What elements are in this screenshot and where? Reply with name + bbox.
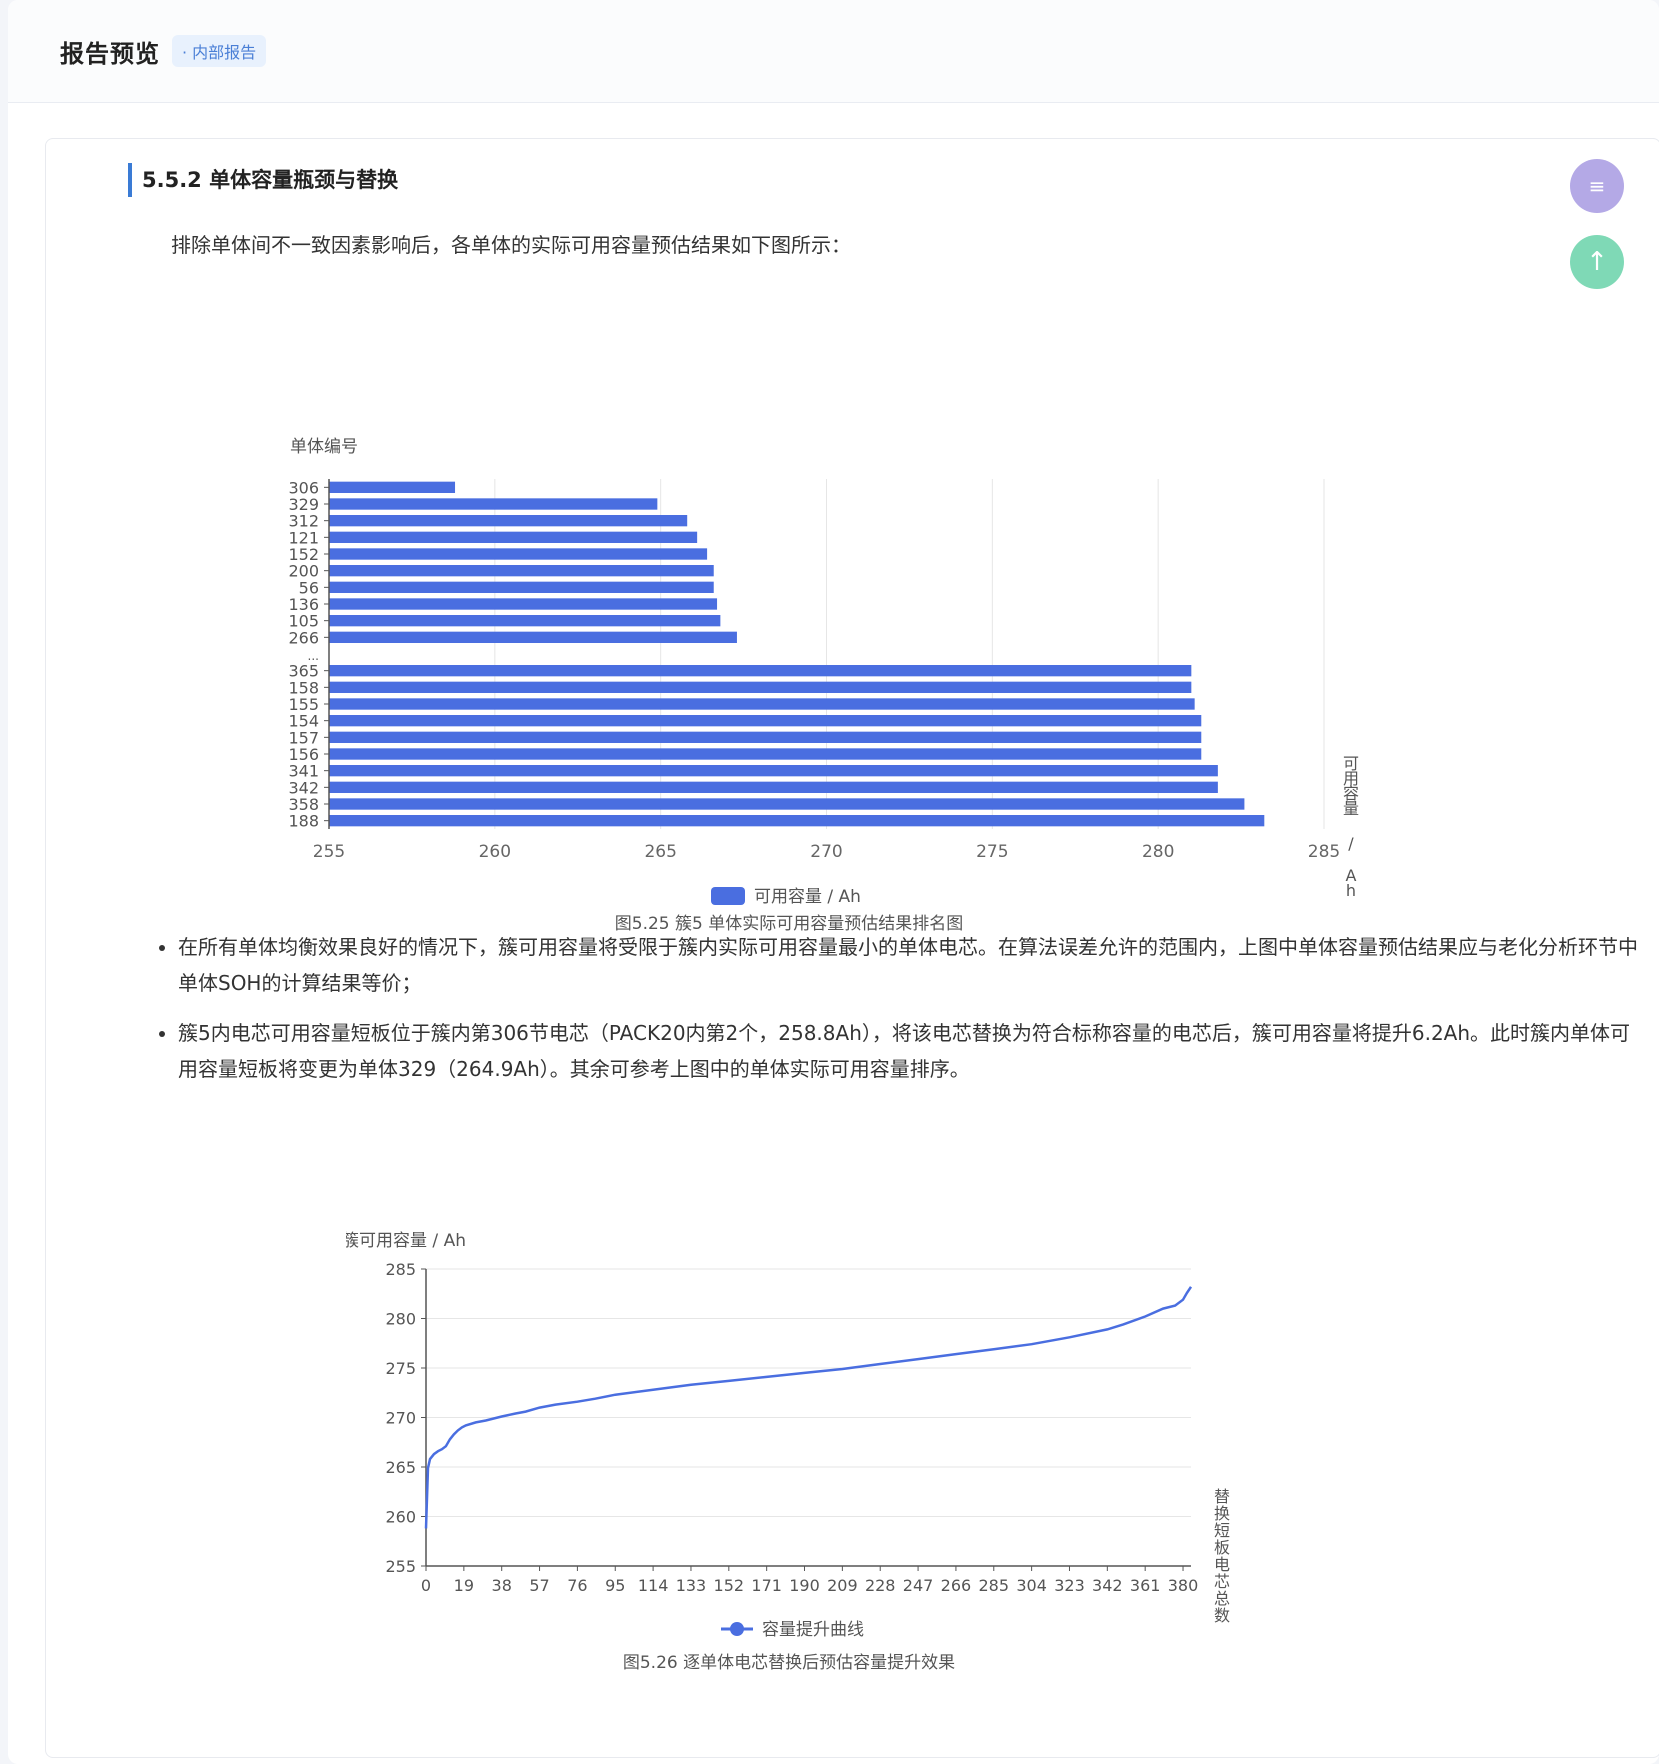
- chart2-x-tick-label: 76: [567, 1576, 587, 1595]
- chart1-bars: [329, 481, 1265, 827]
- chart1-x-axis-label-char: 量: [1343, 799, 1359, 818]
- chart1-bar: [329, 598, 718, 610]
- chart1-x-tick-label: 255: [313, 842, 345, 862]
- chart2-x-tick-label: 57: [529, 1576, 549, 1595]
- chart1-bar: [329, 698, 1195, 710]
- chart2-x-tick-label: 380: [1168, 1576, 1199, 1595]
- chart1-bar: [329, 798, 1245, 810]
- chart1-bar: [329, 548, 708, 560]
- list-item: 在所有单体均衡效果良好的情况下，簇可用容量将受限于簇内实际可用容量最小的单体电芯…: [178, 929, 1638, 1001]
- chart2-x-tick-label: 95: [605, 1576, 625, 1595]
- chart1-bar: [329, 515, 688, 527]
- chart1-bar: [329, 581, 714, 593]
- chart1-x-tick-label: 285: [1308, 842, 1340, 862]
- chart1-bar: [329, 681, 1192, 693]
- chart1-bar: [329, 715, 1202, 727]
- chart2-x-tick-label: 152: [714, 1576, 745, 1595]
- section-title: 5.5.2 单体容量瓶颈与替换: [128, 163, 398, 197]
- chart2-x-tick-label: 0: [421, 1576, 431, 1595]
- chart2-x-tick-label: 323: [1054, 1576, 1085, 1595]
- capacity-improvement-chart: 255 260 265 270 275 280 285 0 19 38 57 76 95 114 133 15…: [346, 1231, 1230, 1673]
- chart2-y-tick-label: 270: [385, 1409, 416, 1428]
- chart2-x-tick-label: 19: [454, 1576, 474, 1595]
- chart2-legend-marker: [730, 1622, 744, 1636]
- conclusion-list: 在所有单体均衡效果良好的情况下，簇可用容量将受限于簇内实际可用容量最小的单体电芯…: [156, 929, 1638, 1101]
- page-title: 报告预览: [60, 39, 160, 68]
- section-intro: 排除单体间不一致因素影响后，各单体的实际可用容量预估结果如下图所示：: [171, 233, 851, 257]
- report-header: 报告预览 · 内部报告: [8, 0, 1659, 103]
- chart2-y-tick-label: 280: [385, 1310, 416, 1329]
- report-card: 5.5.2 单体容量瓶颈与替换 排除单体间不一致因素影响后，各单体的实际可用容量…: [45, 138, 1659, 1758]
- chart2-y-tick-label: 255: [385, 1557, 416, 1576]
- chart2-y-tick-label: 275: [385, 1359, 416, 1378]
- chart2-x-tick-label: 38: [492, 1576, 512, 1595]
- chart2-x-tick-label: 114: [638, 1576, 669, 1595]
- chart2-series-line: [424, 1286, 1193, 1529]
- chart1-x-axis-label-char: /: [1348, 834, 1354, 853]
- arrow-up-icon: ↑: [1586, 247, 1608, 277]
- chart2-x-tick-label: 285: [979, 1576, 1010, 1595]
- chart1-x-tick-label: 270: [810, 842, 842, 862]
- chart2-x-tick-label: 266: [941, 1576, 972, 1595]
- chart1-x-tick-label: 260: [479, 842, 511, 862]
- chart2-caption: 图5.26 逐单体电芯替换后预估容量提升效果: [623, 1653, 955, 1673]
- chart2-x-axis-label: 替换短板电芯总数: [1214, 1487, 1230, 1625]
- chart2-x-tick-label: 171: [751, 1576, 782, 1595]
- chart2-y-tick-label: 260: [385, 1508, 416, 1527]
- chart2-x-tick-label: 342: [1092, 1576, 1123, 1595]
- capacity-ranking-chart: 255 260 265 270 275 280 2853063293121211522005…: [288, 437, 1359, 907]
- chart2-y-tick-label: 265: [385, 1458, 416, 1477]
- chart1-grid: [494, 479, 1325, 829]
- chart1-bar: [329, 481, 456, 493]
- chart2-x-tick-label: 209: [827, 1576, 858, 1595]
- chart1-bar: [329, 498, 658, 510]
- chart2-x-tick-label: 190: [789, 1576, 820, 1595]
- chart1-bar: [329, 565, 714, 577]
- chart2-x-axis-label-char: 数: [1214, 1606, 1230, 1625]
- chart2-grid: [426, 1268, 1191, 1517]
- chart1-legend: 可用容量 / Ah: [711, 887, 861, 907]
- chart2-legend: 容量提升曲线: [721, 1620, 864, 1640]
- chart1-bar: [329, 765, 1218, 777]
- status-badge: · 内部报告: [172, 35, 267, 67]
- menu-icon: ≡: [1588, 174, 1606, 198]
- chart1-legend-label: 可用容量 / Ah: [754, 887, 861, 907]
- menu-button[interactable]: ≡: [1570, 159, 1624, 213]
- chart1-x-axis-label-char: h: [1346, 881, 1356, 900]
- chart1-bar: [329, 631, 737, 643]
- chart1-legend-swatch: [711, 887, 745, 905]
- chart2-x-tick-label: 304: [1016, 1576, 1047, 1595]
- chart1-bar: [329, 748, 1202, 760]
- chart2-y-axis-label: 簇可用容量 / Ah: [346, 1231, 466, 1251]
- chart2-axes: 255 260 265 270 275 280 285 0 19 38 57 76 95 114 133 15…: [385, 1260, 1198, 1595]
- chart1-bar: [329, 731, 1202, 743]
- chart2-x-tick-label: 361: [1130, 1576, 1161, 1595]
- chart1-y-tick-label: 188: [288, 812, 319, 831]
- chart1-x-axis-label: 可用容量/Ah: [1343, 754, 1359, 900]
- chart2-y-tick-label: 285: [385, 1260, 416, 1279]
- chart1-y-axis-label: 单体编号: [290, 437, 358, 457]
- chart1-bar: [329, 531, 698, 543]
- chart2-x-tick-label: 228: [865, 1576, 896, 1595]
- back-to-top-button[interactable]: ↑: [1570, 235, 1624, 289]
- chart2-x-tick-label: 247: [903, 1576, 934, 1595]
- chart1-bar: [329, 665, 1192, 677]
- list-item: 簇5内电芯可用容量短板位于簇内第306节电芯（PACK20内第2个，258.8A…: [178, 1015, 1638, 1087]
- chart1-x-tick-label: 275: [976, 842, 1008, 862]
- chart1-bar: [329, 815, 1265, 827]
- chart1-y-tick-label: 266: [288, 628, 319, 647]
- chart1-x-tick-label: 280: [1142, 842, 1174, 862]
- chart1-x-tick-label: 265: [644, 842, 676, 862]
- chart1-bar: [329, 781, 1218, 793]
- chart2-legend-label: 容量提升曲线: [762, 1620, 864, 1640]
- chart1-bar: [329, 615, 721, 627]
- chart2-x-tick-label: 133: [676, 1576, 707, 1595]
